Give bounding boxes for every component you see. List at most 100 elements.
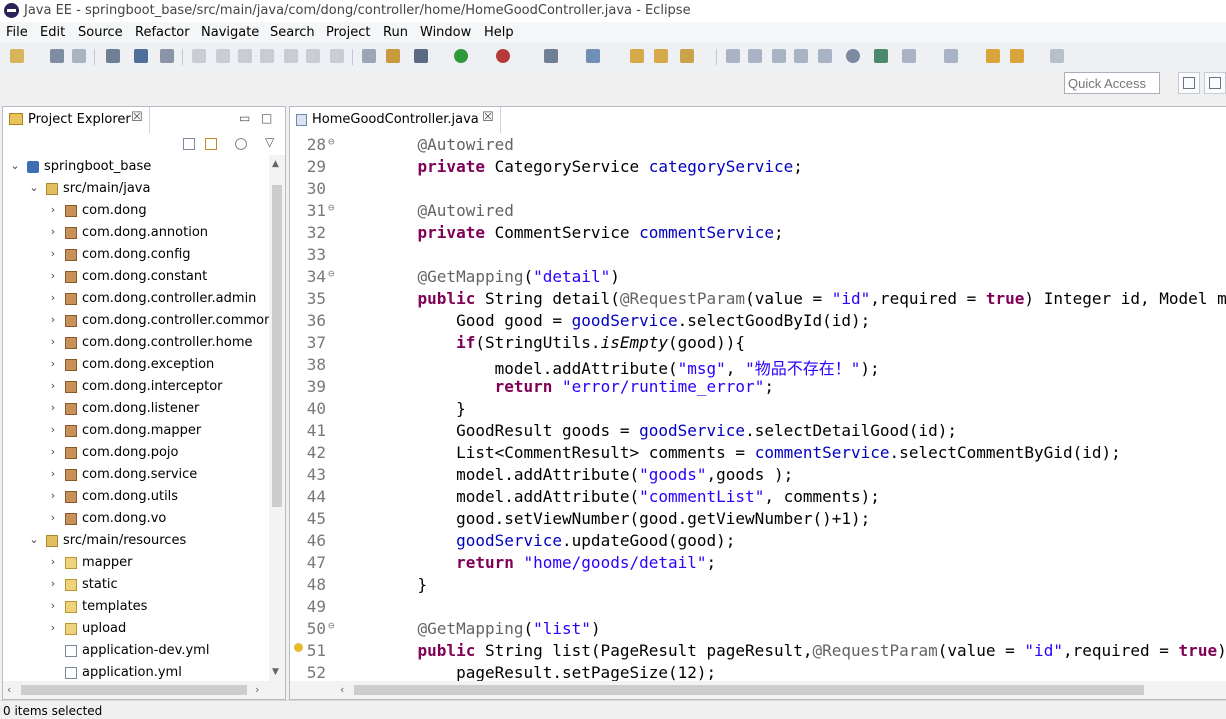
chevron-right-icon[interactable]: › [47,357,59,370]
tree-item[interactable]: › com.dong.annotion [3,222,269,244]
tree-item[interactable]: › com.dong.controller.common [3,310,269,332]
format-icon[interactable] [362,49,376,63]
menu-edit[interactable]: Edit [40,25,65,40]
save-icon[interactable] [50,49,64,63]
tree-item[interactable]: › upload [3,618,269,640]
scroll-thumb[interactable] [272,185,282,507]
tree-item[interactable]: › static [3,574,269,596]
filter-icon[interactable] [235,138,247,150]
chevron-right-icon[interactable]: › [47,445,59,458]
chevron-right-icon[interactable]: › [47,577,59,590]
scroll-left-icon[interactable]: ‹ [340,683,344,696]
collapse-all-icon[interactable] [183,138,195,150]
chevron-down-icon[interactable]: ⌄ [28,533,40,546]
block-icon[interactable] [794,49,808,63]
tree-item[interactable]: › com.dong.vo [3,508,269,530]
minimize-icon[interactable]: ▭ [239,111,250,125]
tree-item[interactable]: › com.dong.controller.home [3,332,269,354]
code-area[interactable]: 28 ⊖ @Autowired 29 private CategoryService… [290,133,1226,681]
chevron-down-icon[interactable]: ⌄ [9,159,21,172]
menu-search[interactable]: Search [270,25,315,40]
tree-item[interactable]: › com.dong.listener [3,398,269,420]
tree-item[interactable]: application.yml [3,662,269,681]
scroll-down-icon[interactable]: ▼ [272,667,279,677]
binary-icon[interactable] [106,49,120,63]
next-annotation-icon[interactable] [902,49,916,63]
chevron-down-icon[interactable]: ⌄ [28,181,40,194]
tree-item[interactable]: ⌄ springboot_base [3,156,269,178]
chevron-right-icon[interactable]: › [47,555,59,568]
server-icon[interactable] [386,49,400,63]
suspend-icon[interactable] [216,49,230,63]
menu-file[interactable]: File [6,25,28,40]
scroll-thumb[interactable] [21,685,247,695]
last-edit-icon[interactable] [986,49,1000,63]
tree-item[interactable]: › com.dong.controller.admin [3,288,269,310]
prev-annotation-icon[interactable] [944,49,958,63]
menu-navigate[interactable]: Navigate [201,25,259,40]
menu-source[interactable]: Source [78,25,123,40]
external-tools-icon[interactable] [496,49,510,63]
tree-item[interactable]: › com.dong.mapper [3,420,269,442]
fold-icon[interactable]: ⊖ [328,135,335,148]
tree-item[interactable]: application-dev.yml [3,640,269,662]
explorer-horizontal-scrollbar[interactable]: ‹ › [3,681,285,699]
chevron-right-icon[interactable]: › [47,467,59,480]
debug-icon[interactable] [414,49,428,63]
scroll-left-icon[interactable]: ‹ [7,683,11,696]
chevron-right-icon[interactable]: › [47,621,59,634]
chevron-right-icon[interactable]: › [47,335,59,348]
tree-item[interactable]: › mapper [3,552,269,574]
scroll-right-icon[interactable]: › [255,683,259,696]
console-icon[interactable] [134,49,148,63]
open-type-icon[interactable] [630,49,644,63]
disconnect-icon[interactable] [260,49,274,63]
tree-item[interactable]: › com.dong.pojo [3,442,269,464]
step-return-icon[interactable] [330,49,344,63]
chevron-right-icon[interactable]: › [47,489,59,502]
tree-item[interactable]: › com.dong.utils [3,486,269,508]
fold-icon[interactable]: ⊖ [328,267,335,280]
chevron-right-icon[interactable]: › [47,225,59,238]
toggle-icon[interactable] [772,49,786,63]
search-icon[interactable] [680,49,694,63]
chevron-right-icon[interactable]: › [47,203,59,216]
menu-help[interactable]: Help [484,25,514,40]
skip-icon[interactable] [192,49,206,63]
forward-icon[interactable] [1050,49,1064,63]
explorer-vertical-scrollbar[interactable]: ▲ ▼ [269,155,285,681]
scroll-thumb[interactable] [354,685,1144,695]
chevron-right-icon[interactable]: › [47,423,59,436]
chevron-right-icon[interactable]: › [47,313,59,326]
step-into-icon[interactable] [284,49,298,63]
new-java-icon[interactable] [544,49,558,63]
tree-item[interactable]: › com.dong.constant [3,266,269,288]
menu-run[interactable]: Run [383,25,408,40]
editor-horizontal-scrollbar[interactable]: ‹ [290,681,1226,699]
chevron-right-icon[interactable]: › [47,269,59,282]
mark-icon[interactable] [748,49,762,63]
fold-icon[interactable]: ⊖ [328,201,335,214]
view-menu-icon[interactable]: ▽ [265,135,274,149]
tree-item[interactable]: ⌄ src/main/resources [3,530,269,552]
tree-item[interactable]: › com.dong.exception [3,354,269,376]
menu-refactor[interactable]: Refactor [135,25,190,40]
chevron-right-icon[interactable]: › [47,247,59,260]
open-folder-icon[interactable] [654,49,668,63]
project-explorer-tab[interactable]: Project Explorer ☒ [3,107,150,133]
pin-icon[interactable] [874,49,888,63]
close-icon[interactable]: ☒ [482,110,494,125]
step-over-icon[interactable] [306,49,320,63]
new-class-icon[interactable] [586,49,600,63]
whitespace-icon[interactable] [818,49,832,63]
tree-item[interactable]: › templates [3,596,269,618]
save-all-icon[interactable] [72,49,86,63]
annotation-icon[interactable] [726,49,740,63]
scroll-up-icon[interactable]: ▲ [272,159,279,169]
quick-access-input[interactable] [1064,72,1160,94]
fold-icon[interactable]: ⊖ [328,619,335,632]
open-perspective-button[interactable] [1178,72,1200,94]
close-icon[interactable]: ☒ [131,110,143,125]
editor-tab-homegoodcontroller[interactable]: HomeGoodController.java ☒ [290,107,501,133]
tree-item[interactable]: › com.dong.service [3,464,269,486]
